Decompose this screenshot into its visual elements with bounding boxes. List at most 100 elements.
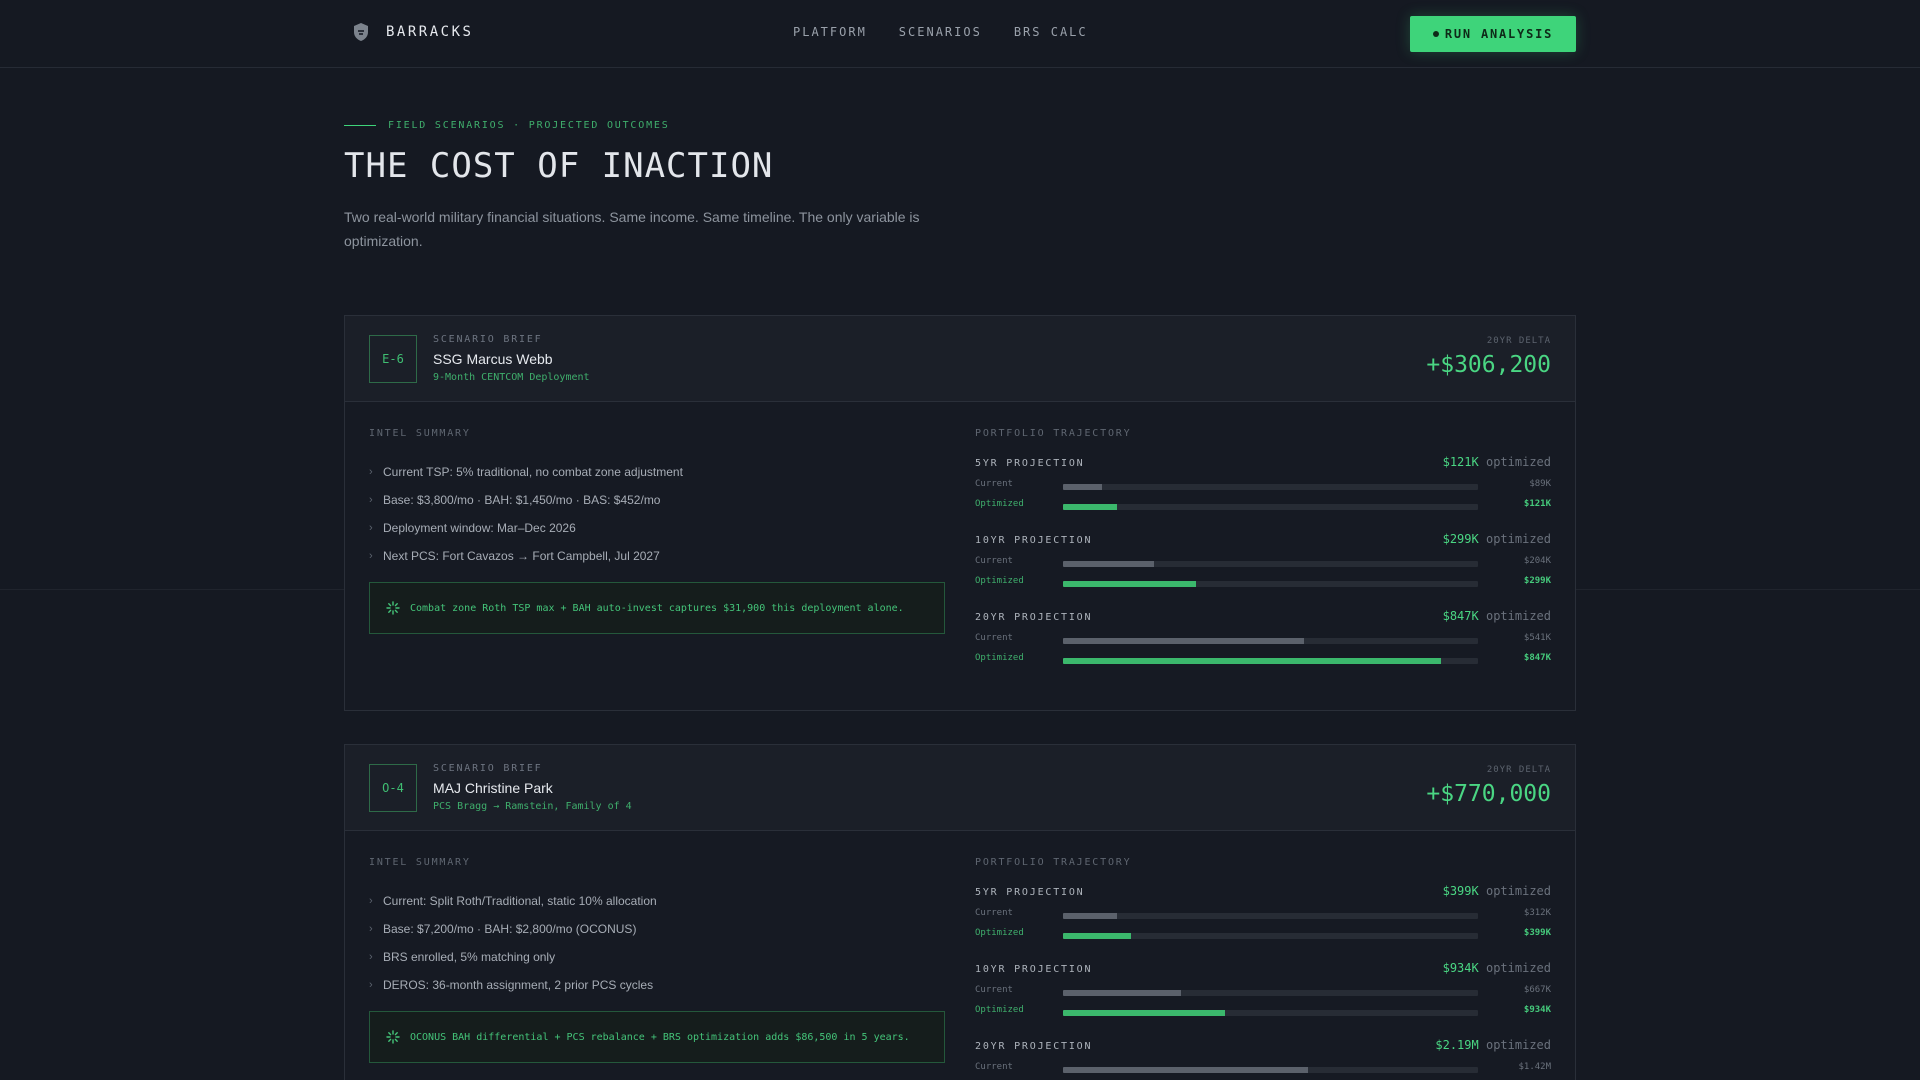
- intel-item-text: Base: $7,200/mo · BAH: $2,800/mo (OCONUS…: [383, 922, 637, 936]
- intel-item-text: Next PCS: Fort Cavazos → Fort Campbell, …: [383, 549, 660, 563]
- projection-label: 20YR PROJECTION: [975, 1041, 1093, 1052]
- intel-summary-label: INTEL SUMMARY: [369, 428, 471, 439]
- scenario-meta: 9-Month CENTCOM Deployment: [433, 372, 590, 383]
- intel-item-text: Current: Split Roth/Traditional, static …: [383, 894, 657, 908]
- optimized-bar-row: Optimized $934K: [975, 1005, 1551, 1019]
- chevron-right-icon: ›: [369, 951, 373, 963]
- projection-block: 20YR PROJECTION $2.19M optimized Current $1…: [975, 1038, 1551, 1080]
- chevron-right-icon: ›: [369, 895, 373, 907]
- nav-link-brs-calc[interactable]: BRS CALC: [1014, 25, 1088, 39]
- current-bar-track: [1063, 638, 1478, 644]
- run-analysis-button[interactable]: RUN ANALYSIS: [1410, 16, 1576, 52]
- portfolio-trajectory-label: PORTFOLIO TRAJECTORY: [975, 857, 1132, 868]
- projection-headline: $847K optimized: [1443, 609, 1551, 623]
- projection-headline: $2.19M optimized: [1435, 1038, 1551, 1052]
- scenario-header: O-4 SCENARIO BRIEF MAJ Christine Park PC…: [345, 745, 1575, 831]
- current-bar-track: [1063, 561, 1478, 567]
- intel-item-text: Deployment window: Mar–Dec 2026: [383, 521, 576, 535]
- current-amount: $667K: [1523, 985, 1551, 995]
- projection-amount: $121K: [1442, 455, 1479, 469]
- nav-link-platform[interactable]: PLATFORM: [793, 25, 867, 39]
- intel-item: › Base: $7,200/mo · BAH: $2,800/mo (OCONU…: [369, 915, 657, 943]
- optimized-bar-row: Optimized $121K: [975, 499, 1551, 513]
- delta-label: 20YR DELTA: [1486, 336, 1551, 346]
- projection-label: 5YR PROJECTION: [975, 887, 1085, 898]
- delta-value: +$306,200: [1426, 352, 1551, 378]
- current-label: Current: [975, 985, 1013, 995]
- projection-suffix: optimized: [1485, 455, 1551, 469]
- chevron-right-icon: ›: [369, 550, 373, 562]
- chevron-right-icon: ›: [369, 923, 373, 935]
- chevron-right-icon: ›: [369, 522, 373, 534]
- insight-callout: OCONUS BAH differential + PCS rebalance …: [369, 1011, 945, 1063]
- intel-item: › DEROS: 36-month assignment, 2 prior PCS…: [369, 971, 657, 999]
- intel-item: › Current TSP: 5% traditional, no combat …: [369, 458, 683, 486]
- optimized-bar-fill: [1063, 504, 1117, 510]
- nav-links: PLATFORM SCENARIOS BRS CALC: [793, 25, 1120, 39]
- projection-suffix: optimized: [1485, 532, 1551, 546]
- projection-label: 10YR PROJECTION: [975, 964, 1093, 975]
- callout-text: Combat zone Roth TSP max + BAH auto-inve…: [410, 602, 904, 614]
- optimized-bar-fill: [1063, 933, 1132, 939]
- current-amount: $312K: [1523, 908, 1551, 918]
- chevron-right-icon: ›: [369, 494, 373, 506]
- projection-suffix: optimized: [1485, 884, 1551, 898]
- current-amount: $541K: [1523, 633, 1551, 643]
- optimized-label: Optimized: [975, 653, 1024, 663]
- current-amount: $204K: [1523, 556, 1551, 566]
- current-label: Current: [975, 479, 1013, 489]
- current-amount: $1.42M: [1518, 1062, 1551, 1072]
- sparkle-icon: [386, 1030, 400, 1044]
- current-bar-fill: [1063, 913, 1117, 919]
- top-nav: BARRACKS PLATFORM SCENARIOS BRS CALC RUN…: [0, 0, 1920, 68]
- portfolio-trajectory-label: PORTFOLIO TRAJECTORY: [975, 428, 1132, 439]
- optimized-bar-track: [1063, 658, 1478, 664]
- scenario-brief-label: SCENARIO BRIEF: [433, 763, 543, 774]
- intel-item: › Next PCS: Fort Cavazos → Fort Campbell,…: [369, 542, 683, 570]
- projection-headline: $934K optimized: [1443, 961, 1551, 975]
- nav-link-scenarios[interactable]: SCENARIOS: [899, 25, 982, 39]
- intel-item: › Base: $3,800/mo · BAH: $1,450/mo · BAS:…: [369, 486, 683, 514]
- current-label: Current: [975, 556, 1013, 566]
- current-bar-row: Current $204K: [975, 556, 1551, 570]
- current-bar-row: Current $667K: [975, 985, 1551, 999]
- chevron-right-icon: ›: [369, 979, 373, 991]
- optimized-bar-track: [1063, 504, 1478, 510]
- projection-amount: $299K: [1442, 532, 1479, 546]
- optimized-amount: $847K: [1523, 653, 1551, 663]
- intel-list: › Current: Split Roth/Traditional, static…: [369, 887, 657, 999]
- current-bar-fill: [1063, 484, 1103, 490]
- projection-label: 20YR PROJECTION: [975, 612, 1093, 623]
- current-label: Current: [975, 1062, 1013, 1072]
- current-bar-track: [1063, 990, 1478, 996]
- current-bar-track: [1063, 484, 1478, 490]
- insight-callout: Combat zone Roth TSP max + BAH auto-inve…: [369, 582, 945, 634]
- optimized-label: Optimized: [975, 499, 1024, 509]
- projection-amount: $399K: [1442, 884, 1479, 898]
- projection-headline: $399K optimized: [1443, 884, 1551, 898]
- rank-badge: E-6: [369, 335, 417, 383]
- scenario-brief-label: SCENARIO BRIEF: [433, 334, 543, 345]
- current-label: Current: [975, 633, 1013, 643]
- hero-eyebrow: FIELD SCENARIOS · PROJECTED OUTCOMES: [344, 120, 670, 131]
- optimized-amount: $934K: [1523, 1005, 1551, 1015]
- optimized-bar-row: Optimized $399K: [975, 928, 1551, 942]
- projection-block: 5YR PROJECTION $121K optimized Current $89K…: [975, 455, 1551, 524]
- brand[interactable]: BARRACKS: [350, 21, 473, 43]
- current-bar-row: Current $1.42M: [975, 1062, 1551, 1076]
- sparkle-icon: [386, 601, 400, 615]
- optimized-bar-track: [1063, 581, 1478, 587]
- optimized-bar-fill: [1063, 658, 1441, 664]
- current-bar-row: Current $89K: [975, 479, 1551, 493]
- projection-block: 5YR PROJECTION $399K optimized Current $312…: [975, 884, 1551, 953]
- current-label: Current: [975, 908, 1013, 918]
- current-bar-fill: [1063, 990, 1182, 996]
- current-bar-fill: [1063, 561, 1155, 567]
- eyebrow-text: FIELD SCENARIOS · PROJECTED OUTCOMES: [388, 120, 670, 131]
- eyebrow-line: [344, 125, 376, 126]
- projection-label: 5YR PROJECTION: [975, 458, 1085, 469]
- optimized-label: Optimized: [975, 1005, 1024, 1015]
- optimized-bar-row: Optimized $847K: [975, 653, 1551, 667]
- current-bar-track: [1063, 1067, 1478, 1073]
- optimized-bar-fill: [1063, 581, 1196, 587]
